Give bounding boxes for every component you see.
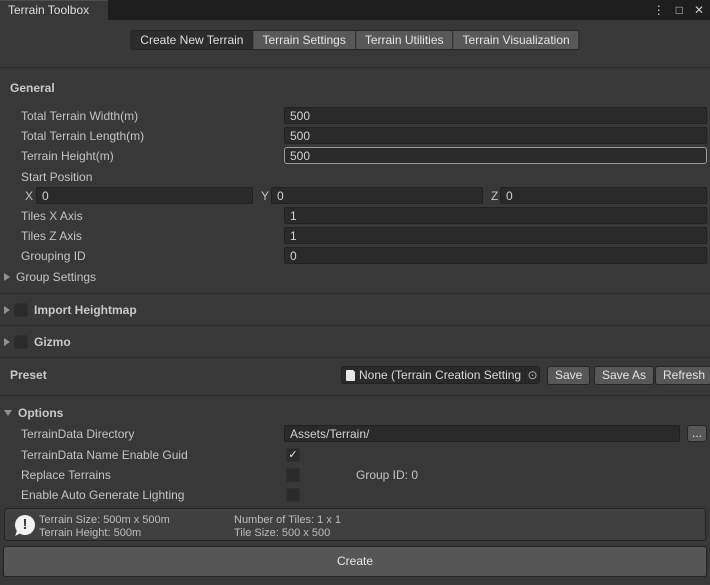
foldout-arrow-icon [4,306,10,314]
menu-icon[interactable]: ⋮ [653,0,665,20]
terrain-height-row: Terrain Height(m) [0,147,710,165]
auto-generate-lighting-checkbox[interactable] [286,488,300,502]
terrain-width-row: Total Terrain Width(m) [0,107,710,125]
create-button[interactable]: Create [3,546,707,577]
title-bar: Terrain Toolbox ⋮ □ ✕ [0,0,710,20]
divider [0,357,710,358]
tab-terrain-visualization[interactable]: Terrain Visualization [454,30,580,50]
divider [0,325,710,326]
tiles-x-input[interactable] [284,207,707,224]
tiles-z-input[interactable] [284,227,707,244]
info-column-sizes: Terrain Size: 500m x 500m Terrain Height… [39,514,170,540]
name-enable-guid-row: TerrainData Name Enable Guid ✓ [0,446,710,464]
terrain-width-label: Total Terrain Width(m) [21,109,138,123]
close-icon[interactable]: ✕ [694,0,704,20]
import-heightmap-label: Import Heightmap [34,303,137,317]
window-tab[interactable]: Terrain Toolbox [0,0,108,20]
refresh-button[interactable]: Refresh [655,366,710,385]
auto-generate-lighting-row: Enable Auto Generate Lighting [0,486,710,504]
axis-z-input[interactable] [500,187,707,204]
gizmo-checkbox[interactable] [14,335,28,349]
group-id-text: Group ID: 0 [356,468,418,482]
start-position-xyz-row: X Y Z [0,187,710,205]
terrain-height-input[interactable] [284,147,707,164]
grouping-id-row: Grouping ID [0,247,710,265]
grouping-id-label: Grouping ID [21,249,86,263]
terrain-length-row: Total Terrain Length(m) [0,127,710,145]
foldout-arrow-icon [4,273,10,281]
axis-y-label: Y [261,189,269,203]
terraindata-directory-label: TerrainData Directory [21,427,134,441]
window-controls: ⋮ □ ✕ [653,0,704,20]
preset-object-value: None (Terrain Creation Setting [359,368,525,382]
replace-terrains-label: Replace Terrains [21,468,111,482]
check-icon: ✓ [288,449,297,461]
preset-asset-icon [346,370,355,381]
divider [0,395,710,396]
start-position-label: Start Position [21,170,92,184]
foldout-arrow-expanded-icon [4,410,12,416]
terrain-toolbox-window: Terrain Toolbox ⋮ □ ✕ Create New Terrain… [0,0,710,585]
terrain-info-box: ! Terrain Size: 500m x 500m Terrain Heig… [4,508,706,541]
general-header: General [10,81,55,95]
preset-row: Preset None (Terrain Creation Setting ⊙ … [0,366,710,385]
gizmo-foldout[interactable]: Gizmo [0,333,710,351]
terrain-width-input[interactable] [284,107,707,124]
preset-label: Preset [10,368,47,382]
terrain-length-label: Total Terrain Length(m) [21,129,144,143]
group-settings-foldout[interactable]: Group Settings [0,268,710,286]
terraindata-directory-input[interactable] [284,425,680,442]
options-header: Options [18,406,63,420]
group-settings-label: Group Settings [16,270,96,284]
axis-z-label: Z [491,189,498,203]
number-of-tiles-text: Number of Tiles: 1 x 1 [234,514,341,527]
general-header-row: General [0,79,710,97]
info-icon: ! [15,515,35,535]
terrain-height-label: Terrain Height(m) [21,149,114,163]
tiles-z-row: Tiles Z Axis [0,227,710,245]
auto-generate-lighting-label: Enable Auto Generate Lighting [21,488,184,502]
axis-x-input[interactable] [36,187,253,204]
divider [0,293,710,294]
preset-object-field[interactable]: None (Terrain Creation Setting ⊙ [341,366,540,384]
tab-create-new-terrain[interactable]: Create New Terrain [130,30,253,50]
window-title: Terrain Toolbox [8,3,89,17]
object-picker-icon[interactable]: ⊙ [525,367,539,383]
tab-terrain-settings[interactable]: Terrain Settings [253,30,355,50]
gizmo-label: Gizmo [34,335,71,349]
name-enable-guid-checkbox[interactable]: ✓ [286,448,300,462]
tiles-x-row: Tiles X Axis [0,207,710,225]
save-button[interactable]: Save [547,366,590,385]
terrain-length-input[interactable] [284,127,707,144]
browse-button[interactable]: ... [687,425,707,442]
replace-terrains-checkbox[interactable] [286,468,300,482]
axis-x-label: X [25,189,33,203]
terrain-height-text: Terrain Height: 500m [39,527,170,540]
start-position-row: Start Position [0,168,710,186]
name-enable-guid-label: TerrainData Name Enable Guid [21,448,188,462]
maximize-icon[interactable]: □ [676,0,683,20]
foldout-arrow-icon [4,338,10,346]
info-column-tiles: Number of Tiles: 1 x 1 Tile Size: 500 x … [234,514,341,540]
save-as-button[interactable]: Save As [594,366,654,385]
tiles-z-label: Tiles Z Axis [21,229,82,243]
tab-terrain-utilities[interactable]: Terrain Utilities [356,30,454,50]
options-foldout[interactable]: Options [0,404,710,422]
grouping-id-input[interactable] [284,247,707,264]
axis-y-input[interactable] [271,187,483,204]
tile-size-text: Tile Size: 500 x 500 [234,527,341,540]
tiles-x-label: Tiles X Axis [21,209,83,223]
terrain-size-text: Terrain Size: 500m x 500m [39,514,170,527]
terraindata-directory-row: TerrainData Directory ... [0,425,710,443]
toolbar: Create New Terrain Terrain Settings Terr… [0,20,710,68]
import-heightmap-foldout[interactable]: Import Heightmap [0,301,710,319]
import-heightmap-checkbox[interactable] [14,303,28,317]
replace-terrains-row: Replace Terrains Group ID: 0 [0,466,710,484]
tab-group: Create New Terrain Terrain Settings Terr… [130,30,579,50]
